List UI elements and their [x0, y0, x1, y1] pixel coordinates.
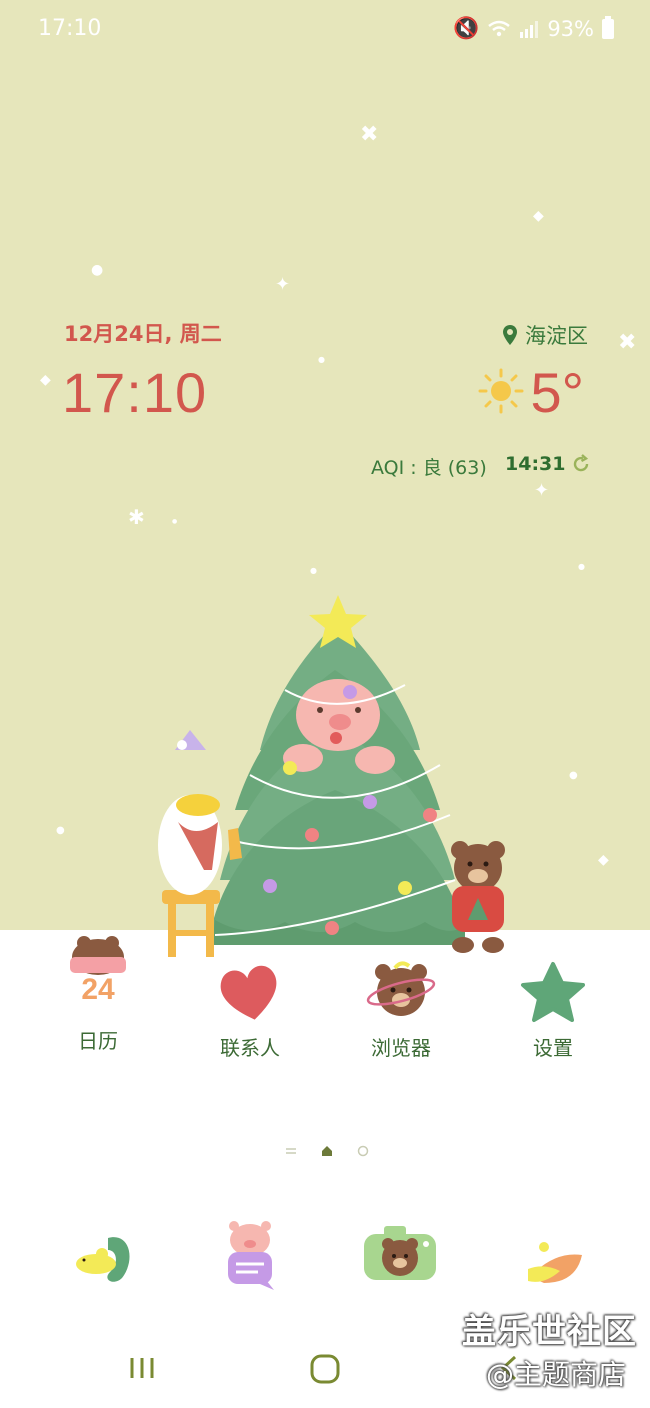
mute-icon: 🔇: [453, 16, 480, 40]
sparkle-icon: ✦: [534, 480, 550, 501]
wifi-icon: [488, 20, 511, 36]
app-calendar[interactable]: 24 日历: [33, 935, 163, 1054]
home-icon[interactable]: [309, 1353, 341, 1385]
snow-dot-icon: ●: [172, 518, 178, 525]
status-time: 17:10: [38, 16, 102, 41]
sparkle-icon: ◆: [533, 208, 544, 224]
widget-aqi[interactable]: AQI : 良 (63): [371, 453, 487, 480]
calendar-bear-icon: 24: [58, 935, 138, 1015]
snow-dot-icon: ●: [310, 566, 317, 575]
snow-dot-icon: ●: [91, 262, 104, 278]
status-icons: 🔇 93%: [453, 15, 614, 41]
message-pig-icon[interactable]: [210, 1218, 290, 1298]
sun-icon: [478, 368, 524, 414]
snowflake-icon: ✖: [360, 122, 379, 147]
location-label: 海淀区: [525, 324, 588, 348]
recents-icon[interactable]: [128, 1353, 158, 1383]
widget-updated[interactable]: 14:31: [505, 453, 591, 475]
widget-clock[interactable]: 17:10: [62, 360, 207, 425]
page-indicator[interactable]: [285, 1145, 369, 1157]
battery-percent: 93%: [547, 16, 594, 41]
page-dot-list-icon[interactable]: [285, 1146, 297, 1156]
christmas-tree-illustration: [158, 595, 505, 957]
watermark-title: 盖乐世社区: [462, 1312, 637, 1352]
watermark-subtitle: @主题商店: [486, 1358, 627, 1391]
sparkle-icon: ✦: [275, 274, 291, 295]
snowflake-icon: ✖: [618, 330, 637, 355]
bear-planet-icon: [361, 958, 441, 1038]
widget-temperature[interactable]: 5°: [530, 360, 584, 425]
status-bar: 17:10 🔇 93%: [0, 0, 650, 60]
star-icon: [513, 958, 593, 1038]
calendar-badge: 24: [81, 973, 115, 1006]
battery-icon: [602, 15, 614, 39]
page-dot-home-icon[interactable]: [321, 1145, 333, 1157]
snow-dot-icon: ●: [318, 355, 325, 364]
widget-location[interactable]: 海淀区: [503, 320, 588, 350]
location-pin-icon: [503, 325, 517, 345]
page-dot-icon[interactable]: [357, 1145, 369, 1157]
app-browser[interactable]: 浏览器: [336, 958, 466, 1061]
app-contacts[interactable]: 联系人: [185, 958, 315, 1061]
heart-mitten-icon: [210, 958, 290, 1038]
sparkle-icon: ◆: [598, 852, 609, 868]
app-label: 日历: [78, 1029, 118, 1053]
camera-bear-icon[interactable]: [360, 1218, 440, 1298]
refresh-icon[interactable]: [571, 454, 591, 474]
signal-icon: [520, 20, 539, 38]
phone-duck-icon[interactable]: [70, 1220, 150, 1300]
sparkle-icon: ◆: [40, 372, 51, 388]
snowflake-icon: ✱: [128, 505, 145, 529]
snow-dot-icon: ●: [578, 562, 585, 571]
snow-dot-icon: ●: [569, 770, 578, 781]
updated-time: 14:31: [505, 453, 566, 475]
widget-date[interactable]: 12月24日, 周二: [64, 318, 222, 348]
app-settings[interactable]: 设置: [488, 958, 618, 1061]
snow-dot-icon: ●: [56, 825, 65, 836]
gallery-leaf-icon[interactable]: [514, 1225, 594, 1305]
